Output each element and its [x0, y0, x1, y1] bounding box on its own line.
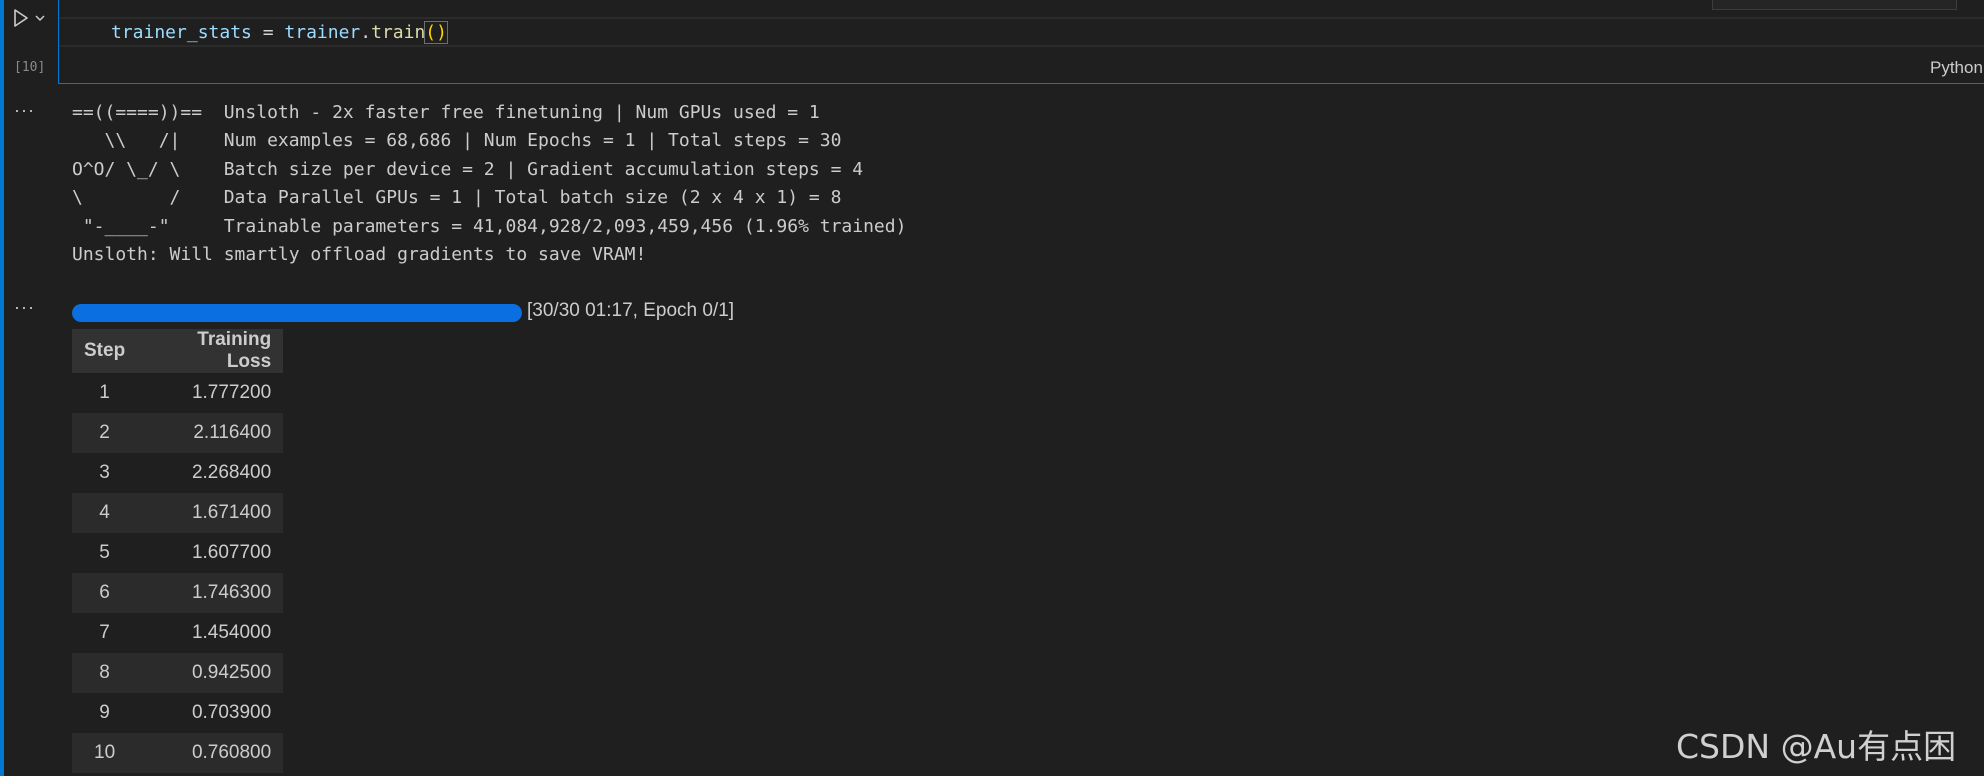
- output-line: O^O/ \_/ \ Batch size per device = 2 | G…: [72, 158, 864, 180]
- watermark: CSDN @Au有点困: [1676, 727, 1957, 766]
- cell-step: 10: [72, 733, 138, 773]
- cell-loss: 0.942500: [137, 653, 284, 693]
- active-cell-indicator: [0, 0, 4, 776]
- cell-loss: 1.777200: [191, 382, 272, 403]
- table-row: 6 1.746300: [72, 573, 284, 613]
- cell-step: 7: [99, 622, 110, 643]
- table-row: 1 1.777200: [72, 373, 283, 413]
- output-menu-button[interactable]: ···: [14, 100, 35, 121]
- cell-loss: 0.703900: [191, 702, 272, 723]
- stream-output: ==((====))== Unsloth - 2x faster free fi…: [72, 99, 906, 269]
- output-line: \ / Data Parallel GPUs = 1 | Total batch…: [72, 187, 842, 209]
- progress-status: [30/30 01:17, Epoch 0/1]: [527, 300, 735, 321]
- code-line[interactable]: trainer_stats = trainer.train(): [111, 21, 448, 44]
- code-token-parens: (): [424, 21, 448, 44]
- table-row: 4 1.671400: [72, 493, 284, 533]
- code-token-operator: =: [251, 22, 285, 43]
- chevron-down-icon[interactable]: [34, 12, 46, 24]
- code-token-function: train: [371, 22, 426, 43]
- cell-step: 8: [72, 653, 138, 693]
- training-loss-table: Step Training Loss 1 1.777200 2 2.116400 3…: [72, 329, 284, 773]
- cell-loss: 1.454000: [191, 622, 272, 643]
- progress-fill: [72, 304, 522, 322]
- code-token-variable: trainer_stats: [111, 22, 252, 43]
- cell-step: 2: [72, 413, 138, 453]
- output-menu-button[interactable]: ···: [14, 297, 35, 318]
- cell-step: 5: [99, 542, 110, 563]
- cell-loss: 0.760800: [137, 733, 284, 773]
- cell-loss: 1.746300: [137, 573, 284, 613]
- column-header-training-loss: Training Loss: [137, 329, 284, 373]
- training-progress-bar: [72, 304, 522, 322]
- table-header-row: Step Training Loss: [72, 329, 284, 373]
- code-editor[interactable]: trainer_stats = trainer.train(): [60, 17, 1984, 47]
- cell-loss: 2.116400: [137, 413, 284, 453]
- cell-step: 1: [99, 382, 110, 403]
- cell-loss: 1.671400: [137, 493, 284, 533]
- table-row: 10 0.760800: [72, 733, 284, 773]
- table-row: 8 0.942500: [72, 653, 284, 693]
- cell-step: 4: [72, 493, 138, 533]
- table-row: 3 2.268400: [72, 453, 283, 493]
- cell-toolbar-panel: [1712, 0, 1957, 10]
- table-row: 9 0.703900: [72, 693, 283, 733]
- cell-step: 9: [99, 702, 110, 723]
- cell-loss: 1.607700: [191, 542, 272, 563]
- code-token-object: trainer: [284, 22, 361, 43]
- execution-count: [10]: [14, 60, 46, 75]
- output-line: ==((====))== Unsloth - 2x faster free fi…: [72, 102, 820, 123]
- kernel-language-label[interactable]: Python: [1930, 58, 1983, 78]
- cell-step: 3: [99, 462, 110, 483]
- table-row: 5 1.607700: [72, 533, 283, 573]
- output-line: Unsloth: Will smartly offload gradients …: [72, 244, 647, 266]
- output-line: "-____-" Trainable parameters = 41,084,9…: [72, 215, 907, 237]
- table-row: 2 2.116400: [72, 413, 284, 453]
- column-header-step: Step: [72, 329, 138, 373]
- cell-loss: 2.268400: [191, 462, 272, 483]
- play-icon[interactable]: [12, 8, 30, 28]
- table-row: 7 1.454000: [72, 613, 283, 653]
- code-token-dot: .: [360, 22, 372, 43]
- run-cell-button[interactable]: [12, 6, 48, 30]
- cell-step: 6: [72, 573, 138, 613]
- output-line: \\ /| Num examples = 68,686 | Num Epochs…: [72, 130, 842, 152]
- notebook-page: [10] trainer_stats = trainer.train() Pyt…: [0, 0, 1984, 776]
